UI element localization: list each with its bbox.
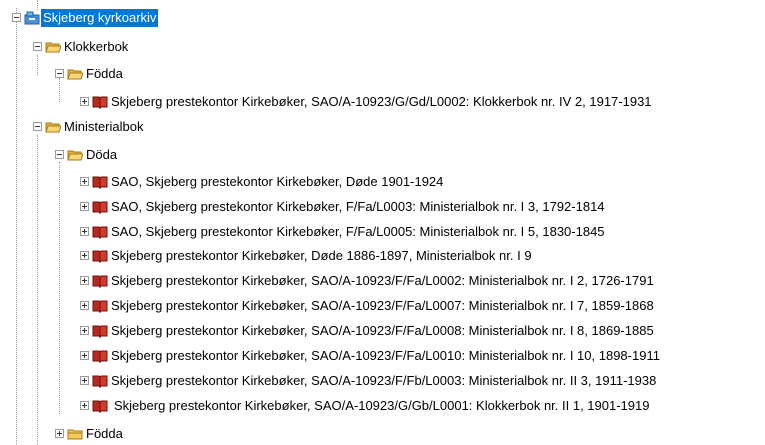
tree-node-book[interactable]: Skjeberg prestekontor Kirkebøker, SAO/A-… [0, 296, 765, 316]
tree-node-label[interactable]: Skjeberg prestekontor Kirkebøker, SAO/A-… [112, 397, 651, 415]
tree-node-folder[interactable]: Döda [0, 145, 765, 165]
tree-node-book[interactable]: Skjeberg prestekontor Kirkebøker, SAO/A-… [0, 271, 765, 291]
book-icon [92, 96, 108, 109]
collapse-toggle[interactable] [55, 69, 64, 78]
tree-node-label[interactable]: Skjeberg prestekontor Kirkebøker, Døde 1… [109, 247, 534, 265]
tree-node-book[interactable]: SAO, Skjeberg prestekontor Kirkebøker, D… [0, 172, 765, 192]
expand-toggle[interactable] [80, 276, 89, 285]
tree-node-label[interactable]: SAO, Skjeberg prestekontor Kirkebøker, F… [109, 198, 607, 216]
expand-toggle[interactable] [80, 376, 89, 385]
tree-node-book[interactable]: SAO, Skjeberg prestekontor Kirkebøker, F… [0, 222, 765, 242]
book-icon [92, 375, 108, 388]
book-icon [92, 275, 108, 288]
expand-toggle[interactable] [80, 202, 89, 211]
tree-node-book[interactable]: Skjeberg prestekontor Kirkebøker, SAO/A-… [0, 371, 765, 391]
tree-node-label[interactable]: SAO, Skjeberg prestekontor Kirkebøker, D… [109, 173, 445, 191]
book-icon [92, 201, 108, 214]
expand-toggle[interactable] [80, 401, 89, 410]
tree-node-book[interactable]: Skjeberg prestekontor Kirkebøker, Døde 1… [0, 246, 765, 266]
book-icon [92, 350, 108, 363]
tree-node-label[interactable]: Skjeberg prestekontor Kirkebøker, SAO/A-… [109, 272, 656, 290]
tree-node-label[interactable]: Skjeberg kyrkoarkiv [41, 9, 159, 27]
book-icon [92, 250, 108, 263]
book-icon [92, 400, 108, 413]
expand-toggle[interactable] [80, 326, 89, 335]
tree-node-book[interactable]: Skjeberg prestekontor Kirkebøker, SAO/A-… [0, 396, 765, 416]
folder-open-icon [67, 69, 83, 80]
tree-node-label[interactable]: Klokkerbok [62, 38, 130, 56]
folder-open-icon [45, 42, 61, 53]
expand-toggle[interactable] [80, 351, 89, 360]
tree-node-label[interactable]: Skjeberg prestekontor Kirkebøker, SAO/A-… [109, 297, 656, 315]
archive-icon [24, 11, 40, 25]
book-icon [92, 176, 108, 189]
expand-toggle[interactable] [80, 251, 89, 260]
tree-node-label[interactable]: Ministerialbok [62, 118, 145, 136]
tree-node-label[interactable]: Skjeberg prestekontor Kirkebøker, SAO/A-… [109, 347, 662, 365]
tree-node-folder[interactable]: Klokkerbok [0, 37, 765, 57]
expand-toggle[interactable] [80, 227, 89, 236]
tree-node-folder[interactable]: Ministerialbok [0, 117, 765, 137]
tree-node-label[interactable]: Födda [84, 425, 125, 443]
expand-toggle[interactable] [80, 177, 89, 186]
tree-node-folder[interactable]: Födda [0, 64, 765, 84]
tree-node-label[interactable]: Födda [84, 65, 125, 83]
tree-node-label[interactable]: Skjeberg prestekontor Kirkebøker, SAO/A-… [109, 93, 654, 111]
expand-toggle[interactable] [80, 301, 89, 310]
tree-node-root[interactable]: Skjeberg kyrkoarkiv [0, 8, 765, 28]
tree-node-folder[interactable]: Födda [0, 424, 765, 444]
tree-node-book[interactable]: SAO, Skjeberg prestekontor Kirkebøker, F… [0, 197, 765, 217]
collapse-toggle[interactable] [33, 42, 42, 51]
collapse-toggle[interactable] [55, 150, 64, 159]
collapse-toggle[interactable] [33, 122, 42, 131]
tree-node-label[interactable]: Skjeberg prestekontor Kirkebøker, SAO/A-… [109, 322, 656, 340]
tree-node-book[interactable]: Skjeberg prestekontor Kirkebøker, SAO/A-… [0, 92, 765, 112]
book-icon [92, 226, 108, 239]
book-icon [92, 325, 108, 338]
collapse-toggle[interactable] [12, 13, 21, 22]
tree-node-label[interactable]: Skjeberg prestekontor Kirkebøker, SAO/A-… [109, 372, 658, 390]
tree-node-label[interactable]: Döda [84, 146, 119, 164]
tree-node-label[interactable]: SAO, Skjeberg prestekontor Kirkebøker, F… [109, 223, 607, 241]
book-icon [92, 300, 108, 313]
folder-open-icon [45, 122, 61, 133]
folder-open-icon [67, 150, 83, 161]
expand-toggle[interactable] [80, 97, 89, 106]
tree-node-book[interactable]: Skjeberg prestekontor Kirkebøker, SAO/A-… [0, 321, 765, 341]
tree-node-book[interactable]: Skjeberg prestekontor Kirkebøker, SAO/A-… [0, 346, 765, 366]
expand-toggle[interactable] [55, 429, 64, 438]
folder-closed-icon [67, 429, 83, 440]
